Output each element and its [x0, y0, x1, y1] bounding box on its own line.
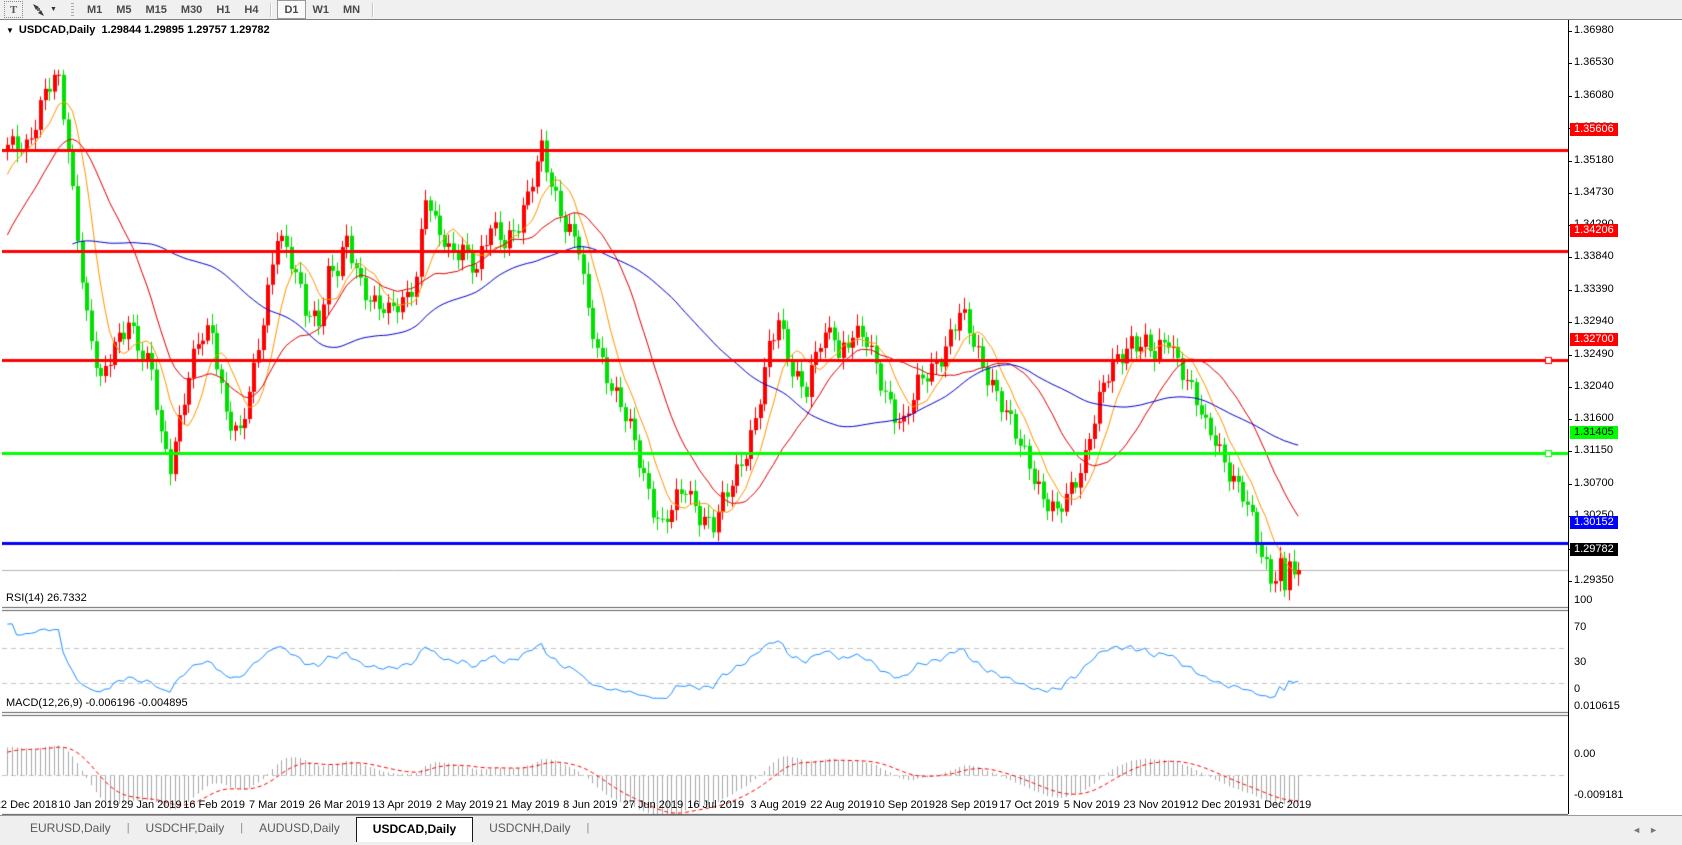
chart-symbol-period: USDCAD,Daily — [19, 24, 95, 36]
tab-scroll-arrows: ◄► — [1632, 825, 1666, 835]
rsi-axis-tick: 0 — [1574, 683, 1580, 695]
price-axis-tick: 1.33840 — [1574, 250, 1614, 262]
date-axis-label: 26 Mar 2019 — [309, 799, 371, 811]
date-axis-label: 21 May 2019 — [496, 799, 560, 811]
arrow-style-tool-icon[interactable] — [23, 1, 48, 18]
hline-price-label: 1.31405 — [1570, 426, 1618, 439]
timeframe-button-m30[interactable]: M30 — [174, 1, 209, 18]
timeframe-button-mn[interactable]: MN — [336, 1, 367, 18]
hline-price-label: 1.30152 — [1570, 516, 1618, 529]
date-axis-label: 12 Dec 2019 — [1186, 799, 1248, 811]
date-axis-label: 28 Sep 2019 — [935, 799, 997, 811]
current-price-label: 1.29782 — [1570, 543, 1618, 556]
chart-ohlc-values: 1.29844 1.29895 1.29757 1.29782 — [101, 24, 269, 36]
rsi-indicator-label: RSI(14) 26.7332 — [6, 592, 87, 604]
arrows-icon — [31, 3, 46, 17]
macd-axis-tick: 0.00 — [1574, 748, 1595, 760]
price-axis-tick: 1.36080 — [1574, 89, 1614, 101]
chart-tab-bar: EURUSD,Daily|USDCHF,Daily|AUDUSD,DailyUS… — [0, 815, 1682, 845]
price-axis-tick: 1.35180 — [1574, 154, 1614, 166]
rsi-axis-tick: 30 — [1574, 656, 1586, 668]
timeframe-toolbar: T ▼ M1M5M15M30H1H4 D1W1MN — [0, 0, 1682, 19]
scroll-right-icon[interactable]: ► — [1649, 825, 1666, 835]
rsi-axis-tick: 100 — [1574, 594, 1592, 606]
date-axis-label: 16 Feb 2019 — [183, 799, 245, 811]
date-axis-label: 5 Nov 2019 — [1064, 799, 1120, 811]
price-axis-tick: 1.30700 — [1574, 477, 1614, 489]
timeframe-button-m15[interactable]: M15 — [139, 1, 174, 18]
date-axis-label: 13 Apr 2019 — [373, 799, 432, 811]
date-axis-label: 17 Oct 2019 — [999, 799, 1059, 811]
price-axis-tick: 1.32940 — [1574, 315, 1614, 327]
chart-tabs: EURUSD,Daily|USDCHF,Daily|AUDUSD,DailyUS… — [14, 816, 589, 842]
scroll-left-icon[interactable]: ◄ — [1632, 825, 1649, 835]
chart-tab-usdcnh[interactable]: USDCNH,Daily — [473, 818, 586, 840]
rsi-axis-tick: 70 — [1574, 621, 1586, 633]
date-axis-label: 23 Nov 2019 — [1123, 799, 1185, 811]
chart-tab-audusd[interactable]: AUDUSD,Daily — [243, 818, 356, 840]
toolbar-grip[interactable] — [71, 3, 74, 17]
date-axis-label: 2 May 2019 — [436, 799, 493, 811]
price-axis-tick: 1.31600 — [1574, 412, 1614, 424]
timeframe-button-m5[interactable]: M5 — [109, 1, 138, 18]
price-axis-tick: 1.32040 — [1574, 380, 1614, 392]
price-axis-tick: 1.29350 — [1574, 574, 1614, 586]
price-axis-tick: 1.36530 — [1574, 56, 1614, 68]
chart-title: ▼ USDCAD,Daily 1.29844 1.29895 1.29757 1.… — [6, 24, 270, 36]
timeframe-buttons: M1M5M15M30H1H4 D1W1MN — [80, 0, 379, 19]
date-axis-label: 16 Jul 2019 — [687, 799, 744, 811]
hline-price-label: 1.34206 — [1570, 224, 1618, 237]
date-axis-label: 10 Jan 2019 — [58, 799, 119, 811]
date-axis-label: 27 Jun 2019 — [623, 799, 684, 811]
hline-price-label: 1.32700 — [1570, 333, 1618, 346]
macd-axis-tick: -0.009181 — [1574, 789, 1624, 801]
price-axis-tick: 1.36980 — [1574, 24, 1614, 36]
tab-separator: | — [586, 822, 589, 834]
date-axis-label: 8 Jun 2019 — [563, 799, 617, 811]
timeframe-button-m1[interactable]: M1 — [80, 1, 109, 18]
toolbar-separator — [372, 3, 374, 17]
mt4-terminal: T ▼ M1M5M15M30H1H4 D1W1MN ▼ USDCAD,Daily 1… — [0, 0, 1682, 845]
macd-axis-tick: 0.010615 — [1574, 700, 1620, 712]
date-axis-label: 22 Aug 2019 — [810, 799, 872, 811]
chart-tab-eurusd[interactable]: EURUSD,Daily — [14, 818, 127, 840]
price-axis-tick: 1.31150 — [1574, 444, 1613, 456]
price-axis-tick: 1.34730 — [1574, 186, 1614, 198]
chart-tab-usdcad[interactable]: USDCAD,Daily — [356, 817, 473, 842]
price-axis-tick: 1.33390 — [1574, 283, 1614, 295]
timeframe-button-d1[interactable]: D1 — [277, 0, 305, 19]
price-axis-tick: 1.32490 — [1574, 348, 1614, 360]
date-axis-label: 7 Mar 2019 — [249, 799, 305, 811]
hline-price-label: 1.35606 — [1570, 123, 1618, 136]
chart-window — [0, 19, 1682, 816]
timeframe-button-h4[interactable]: H4 — [237, 1, 265, 18]
date-axis-label: 3 Aug 2019 — [751, 799, 807, 811]
date-axis-label: 22 Dec 2018 — [0, 799, 57, 811]
text-tool-icon[interactable]: T — [4, 1, 23, 18]
price-axis-line — [1568, 20, 1569, 814]
timeframe-button-h1[interactable]: H1 — [209, 1, 237, 18]
price-chart-canvas[interactable] — [2, 40, 1568, 815]
chart-tab-usdchf[interactable]: USDCHF,Daily — [130, 818, 241, 840]
date-axis-label: 29 Jan 2019 — [121, 799, 182, 811]
collapse-caret-icon[interactable]: ▼ — [6, 26, 14, 35]
chevron-down-icon[interactable]: ▼ — [50, 6, 57, 13]
date-axis-label: 10 Sep 2019 — [873, 799, 935, 811]
toolbar-separator — [270, 3, 272, 17]
macd-indicator-label: MACD(12,26,9) -0.006196 -0.004895 — [6, 697, 188, 709]
date-axis-label: 31 Dec 2019 — [1249, 799, 1311, 811]
timeframe-button-w1[interactable]: W1 — [306, 1, 337, 18]
